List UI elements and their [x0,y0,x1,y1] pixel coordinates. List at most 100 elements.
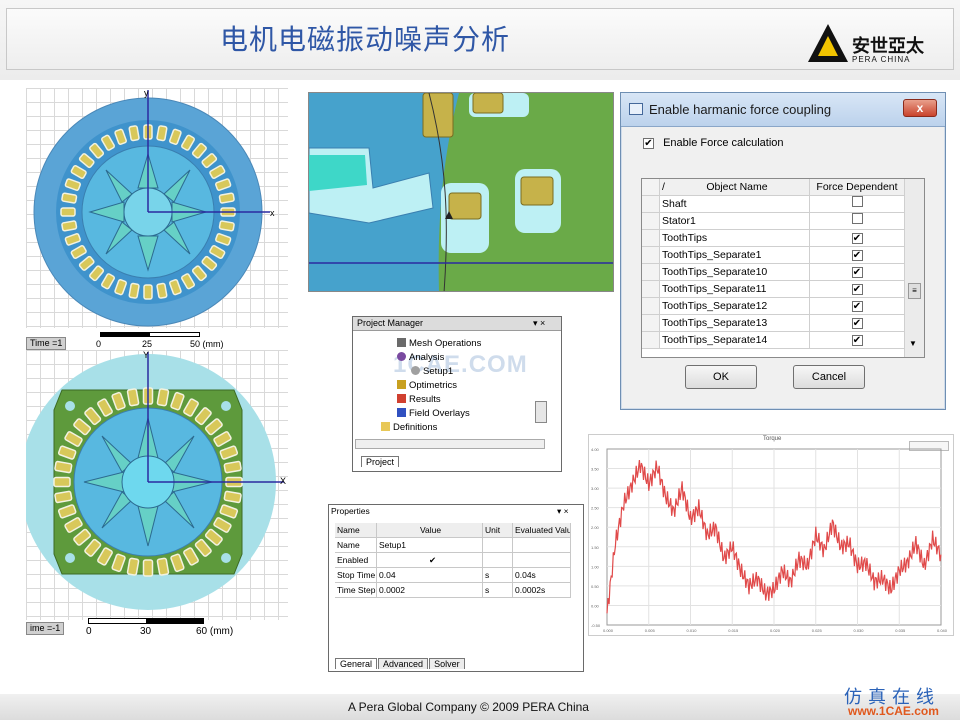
x-tick-label: 0.025 [812,628,823,633]
scale-tick: 0 [86,626,92,637]
y-tick-label: 3.50 [591,467,600,472]
force-dependent-checkbox[interactable]: ✔ [851,267,863,278]
object-name: ToothTips_Separate11 [660,281,810,297]
table-row[interactable]: ToothTips_Separate10 ✔ [642,264,904,281]
tree-item-optimetrics[interactable]: Optimetrics [367,379,481,393]
setup-icon [411,366,420,375]
x-tick-label: 0.015 [728,628,739,633]
stator-slot [156,125,168,142]
scale-tick: 50 (mm) [190,339,224,349]
object-name: Stator1 [660,213,810,229]
table-row[interactable]: Shaft [642,196,904,213]
x-tick-label: 0.040 [937,628,948,633]
scale-bar-bottom [88,618,204,624]
tree-item-definitions[interactable]: Definitions [367,421,481,435]
project-tree: Mesh Operations Analysis Setup1 Optimetr… [367,337,481,435]
y-tick-label: 0.00 [591,603,600,608]
force-dependent-checkbox[interactable] [851,213,863,224]
force-dependent-checkbox[interactable]: ✔ [851,318,863,329]
stator-slot [54,460,73,474]
cancel-button[interactable]: Cancel [793,365,865,389]
stator-slot [126,388,140,407]
y-tick-label: 4.00 [591,447,600,452]
table-row[interactable]: ToothTips ✔ [642,230,904,247]
enable-force-row[interactable]: ✔ Enable Force calculation [643,137,784,149]
motor-plot-top: y x [26,88,288,328]
window-icon [629,103,643,115]
x-tick-label: 0.030 [854,628,865,633]
scrollbar-thumb[interactable]: ≡ [908,283,921,299]
property-row[interactable]: Name Setup1 [335,538,571,553]
table-row[interactable]: ToothTips_Separate12 ✔ [642,298,904,315]
table-row[interactable]: ToothTips_Separate11 ✔ [642,281,904,298]
tree-item-setup1[interactable]: Setup1 [367,365,481,379]
mesh-detail-graphic [309,93,613,291]
property-row[interactable]: Stop Time 0.04 s 0.04s [335,568,571,583]
motor-plot-bottom: Y X [26,350,288,620]
properties-panel: Properties ▾ × Name Value Unit Evaluated… [328,504,584,672]
object-name: ToothTips_Separate12 [660,298,810,314]
axis-x-label: x [270,208,275,218]
analysis-icon [397,352,406,361]
ok-button[interactable]: OK [685,365,757,389]
force-dependent-checkbox[interactable]: ✔ [851,284,863,295]
force-dependent-checkbox[interactable]: ✔ [851,301,863,312]
scale-tick: 30 [140,626,152,637]
logo-english: PERA CHINA [852,55,911,64]
table-scrollbar[interactable]: ≡ ▼ [904,179,924,357]
axis-x-label: X [280,476,287,486]
motor-geometry-bottom [26,352,284,610]
table-header: / Object Name Force Dependent [642,179,904,196]
scale-bar-top [100,332,200,337]
tab-general[interactable]: General [335,658,378,669]
scrollbar-thumb[interactable] [535,401,547,423]
force-dependent-checkbox[interactable] [851,196,863,207]
x-tick-label: 0.020 [770,628,781,633]
y-tick-label: 3.00 [591,486,600,491]
force-dependent-checkbox[interactable]: ✔ [851,335,863,346]
force-dependent-checkbox[interactable]: ✔ [851,233,863,244]
results-icon [397,394,406,403]
stator-slot [218,220,235,232]
stator-slot [53,476,71,488]
time-label-top: Time =1 [26,337,67,350]
panel-controls[interactable]: ▾ × [533,318,545,329]
tree-item-field-overlays[interactable]: Field Overlays [367,407,481,421]
table-row[interactable]: ToothTips_Separate13 ✔ [642,315,904,332]
stator-slot [61,220,78,232]
stator-slot [128,125,140,142]
time-label-bottom: ime =-1 [26,622,65,635]
tree-item-mesh-operations[interactable]: Mesh Operations [367,337,481,351]
force-dependent-checkbox[interactable]: ✔ [851,250,863,261]
field-overlays-icon [397,408,406,417]
tree-item-analysis[interactable]: Analysis [367,351,481,365]
tab-project[interactable]: Project [361,456,400,467]
tree-item-results[interactable]: Results [367,393,481,407]
table-row[interactable]: ToothTips_Separate1 ✔ [642,247,904,264]
watermark-url: www.1CAE.com [848,704,939,718]
enable-force-checkbox[interactable]: ✔ [643,138,654,149]
x-tick-label: 0.035 [895,628,906,633]
motor-geometry-top [33,90,270,327]
tab-solver[interactable]: Solver [429,658,465,669]
scroll-down-icon[interactable]: ▼ [909,339,917,348]
axis-y-label: Y [143,350,150,360]
table-row[interactable]: Stator1 [642,213,904,230]
table-row[interactable]: ToothTips_Separate14 ✔ [642,332,904,349]
enabled-checkbox[interactable]: ✔ [377,553,483,567]
stator-slot [142,559,154,577]
scale-tick: 60 (mm) [196,626,234,637]
object-name: ToothTips_Separate1 [660,247,810,263]
axis-y-label: y [144,88,149,98]
x-tick-label: 0.010 [687,628,698,633]
panel-controls[interactable]: ▾ × [557,506,569,517]
tab-advanced[interactable]: Advanced [378,658,429,669]
stator-slot [126,557,140,576]
property-row[interactable]: Time Step 0.0002 s 0.0002s [335,583,571,598]
property-row[interactable]: Enabled ✔ [335,553,571,568]
horizontal-scrollbar[interactable] [355,439,545,449]
y-tick-label: -0.50 [591,623,601,628]
stator-slot [61,192,78,204]
x-tick-label: 0.005 [645,628,656,633]
close-button[interactable]: x [903,99,937,117]
